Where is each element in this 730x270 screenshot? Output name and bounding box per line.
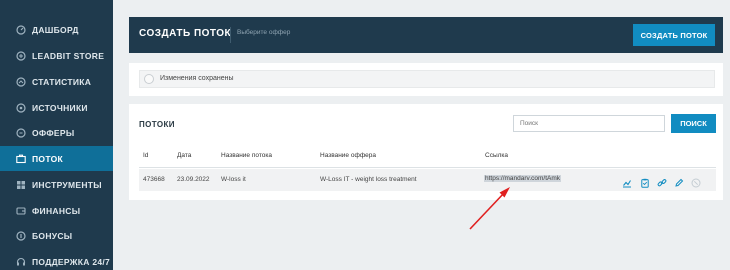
gauge-icon xyxy=(16,24,26,35)
page-title: СОЗДАТЬ ПОТОК xyxy=(139,28,232,39)
search-input[interactable] xyxy=(513,115,665,132)
notice-text: Изменения сохранены xyxy=(160,75,234,82)
sidebar-item-label: ОФФЕРЫ xyxy=(32,127,75,138)
sidebar-item-statistics[interactable]: СТАТИСТИКА xyxy=(0,69,113,94)
sidebar-item-sources[interactable]: ИСТОЧНИКИ xyxy=(0,95,113,120)
sidebar-item-dashboard[interactable]: ДАШБОРД xyxy=(0,17,113,42)
stream-link[interactable]: https://mandarv.com/tAmk xyxy=(484,175,562,182)
sources-icon xyxy=(16,102,26,113)
offers-icon xyxy=(16,127,26,138)
cell-stream-name: W-loss it xyxy=(221,176,246,183)
success-notice: Изменения сохранены xyxy=(139,70,715,88)
divider xyxy=(230,27,231,43)
column-header-link: Ссылка xyxy=(485,152,509,159)
sidebar-item-label: ПОДДЕРЖКА 24/7 xyxy=(32,256,111,267)
streams-title: ПОТОКИ xyxy=(139,120,175,129)
offer-select[interactable]: Выберите оффер xyxy=(237,29,290,36)
edit-pencil-icon[interactable] xyxy=(674,175,684,187)
notice-indicator-icon xyxy=(144,74,154,84)
sidebar-item-support[interactable]: ПОДДЕРЖКА 24/7 xyxy=(0,249,113,270)
stream-icon xyxy=(16,154,26,164)
sidebar-item-label: LEADBIT STORE xyxy=(32,50,105,61)
sidebar-item-tools[interactable]: ИНСТРУМЕНТЫ xyxy=(0,172,113,197)
sidebar-item-stream[interactable]: ПОТОК xyxy=(0,146,113,171)
cell-offer-name: W-Loss IT - weight loss treatment xyxy=(320,176,417,183)
column-header-id: Id xyxy=(143,152,149,159)
sidebar-item-leadbit-store[interactable]: LEADBIT STORE xyxy=(0,43,113,68)
tools-icon xyxy=(16,180,26,190)
sidebar-item-finance[interactable]: ФИНАНСЫ xyxy=(0,198,113,223)
store-icon xyxy=(16,50,26,61)
notice-card: Изменения сохранены xyxy=(129,63,723,96)
sidebar-item-label: БОНУСЫ xyxy=(32,230,73,241)
sidebar: ДАШБОРД LEADBIT STORE СТАТИСТИКА ИСТОЧНИ… xyxy=(0,0,113,270)
sidebar-item-label: ИНСТРУМЕНТЫ xyxy=(32,179,102,190)
sidebar-item-label: ПОТОК xyxy=(32,153,64,164)
sidebar-item-offers[interactable]: ОФФЕРЫ xyxy=(0,120,113,145)
sidebar-item-label: ДАШБОРД xyxy=(32,24,79,35)
bonus-icon xyxy=(16,230,26,241)
column-header-stream-name: Название потока xyxy=(221,152,272,159)
delete-icon[interactable] xyxy=(691,175,701,188)
stats-icon xyxy=(16,76,26,87)
column-header-offer-name: Название оффера xyxy=(320,152,377,159)
streams-card: ПОТОКИ ПОИСК Id Дата Название потока Наз… xyxy=(129,104,723,200)
support-icon xyxy=(16,257,26,267)
sidebar-item-label: ФИНАНСЫ xyxy=(32,205,81,216)
column-header-date: Дата xyxy=(177,152,192,159)
clipboard-icon[interactable] xyxy=(640,175,650,188)
create-stream-button[interactable]: СОЗДАТЬ ПОТОК xyxy=(633,24,715,46)
cell-date: 23.09.2022 xyxy=(177,176,210,183)
divider xyxy=(139,167,716,168)
search-button[interactable]: ПОИСК xyxy=(671,114,716,133)
cell-id: 473668 xyxy=(143,176,165,183)
sidebar-item-label: СТАТИСТИКА xyxy=(32,76,92,87)
link-icon[interactable] xyxy=(657,175,667,187)
sidebar-item-bonus[interactable]: БОНУСЫ xyxy=(0,223,113,248)
create-stream-bar: СОЗДАТЬ ПОТОК Выберите оффер СОЗДАТЬ ПОТ… xyxy=(129,17,723,53)
sidebar-item-label: ИСТОЧНИКИ xyxy=(32,102,88,113)
stats-chart-icon[interactable] xyxy=(622,175,632,188)
finance-icon xyxy=(16,206,26,216)
